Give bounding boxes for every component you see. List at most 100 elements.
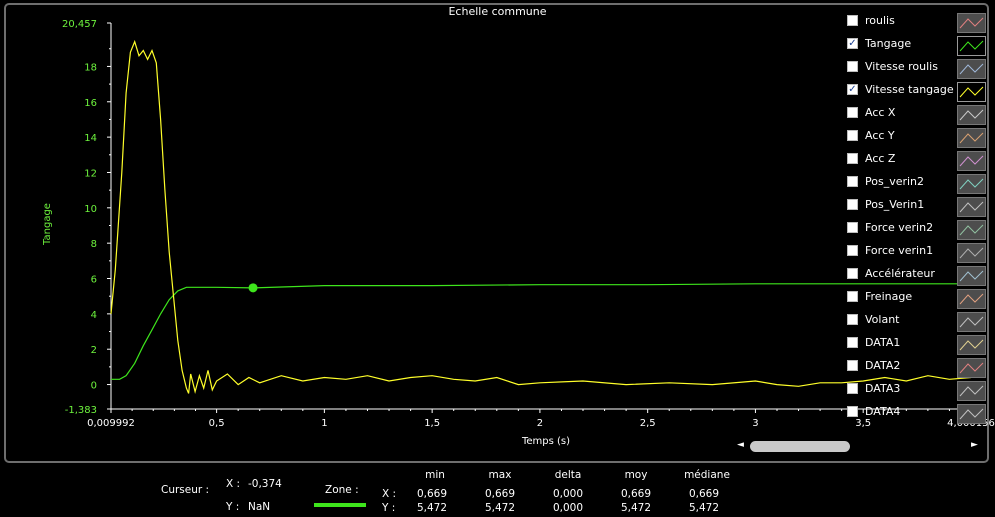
- line-style-icon: [959, 247, 984, 259]
- legend-checkbox[interactable]: [847, 337, 858, 348]
- x-tick-label: 2: [537, 418, 543, 429]
- legend-checkbox[interactable]: [847, 222, 858, 233]
- legend-color-swatch[interactable]: [957, 151, 986, 171]
- legend-label: Force verin1: [865, 244, 934, 257]
- legend-color-swatch[interactable]: [957, 220, 986, 240]
- line-style-icon: [959, 178, 984, 190]
- zone-x-min: 0,669: [416, 488, 448, 500]
- legend-item[interactable]: ✓ Tangage: [845, 36, 990, 56]
- legend-item[interactable]: Freinage: [845, 289, 990, 309]
- y-tick-label: 18: [84, 62, 97, 73]
- legend-item[interactable]: Force verin1: [845, 243, 990, 263]
- legend-label: Freinage: [865, 290, 913, 303]
- y-tick-label: 4: [91, 310, 97, 321]
- legend-color-swatch[interactable]: [957, 105, 986, 125]
- line-style-icon: [959, 270, 984, 282]
- legend-item[interactable]: roulis: [845, 13, 990, 33]
- legend-item[interactable]: DATA4: [845, 404, 990, 424]
- legend-checkbox[interactable]: [847, 130, 858, 141]
- legend-item[interactable]: Volant: [845, 312, 990, 332]
- legend-item[interactable]: Vitesse roulis: [845, 59, 990, 79]
- legend-label: Force verin2: [865, 221, 934, 234]
- x-axis-label: Temps (s): [521, 436, 570, 447]
- cursor-label: Curseur :: [161, 484, 210, 496]
- legend-checkbox[interactable]: [847, 291, 858, 302]
- legend-item[interactable]: DATA3: [845, 381, 990, 401]
- legend-checkbox[interactable]: [847, 406, 858, 417]
- horizontal-scrollbar[interactable]: ◄ ►: [735, 440, 980, 454]
- y-tick-label: -1,383: [65, 405, 97, 416]
- x-tick-label: 3: [752, 418, 758, 429]
- legend-checkbox[interactable]: [847, 176, 858, 187]
- legend-checkbox[interactable]: [847, 15, 858, 26]
- plot-area[interactable]: [111, 23, 971, 409]
- legend-color-swatch[interactable]: [957, 381, 986, 401]
- legend-item[interactable]: DATA2: [845, 358, 990, 378]
- scroll-left-icon[interactable]: ◄: [737, 440, 744, 450]
- y-tick-label: 2: [91, 345, 97, 356]
- y-tick-label: 14: [84, 133, 97, 144]
- line-style-icon: [959, 17, 984, 29]
- y-tick-label: 8: [91, 239, 97, 250]
- legend-color-swatch[interactable]: [957, 59, 986, 79]
- zone-color-line: [314, 503, 366, 507]
- legend-label: DATA2: [865, 359, 901, 372]
- line-style-icon: [959, 201, 984, 213]
- scroll-right-icon[interactable]: ►: [971, 440, 978, 450]
- zone-x-moy: 0,669: [620, 488, 652, 500]
- legend-color-swatch[interactable]: [957, 13, 986, 33]
- legend-color-swatch[interactable]: [957, 36, 986, 56]
- legend-label: DATA1: [865, 336, 901, 349]
- legend-checkbox[interactable]: ✓: [847, 84, 858, 95]
- scroll-thumb[interactable]: [750, 441, 850, 452]
- legend-checkbox[interactable]: [847, 107, 858, 118]
- legend-checkbox[interactable]: [847, 314, 858, 325]
- legend-label: DATA4: [865, 405, 901, 418]
- line-style-icon: [959, 155, 984, 167]
- legend-checkbox[interactable]: [847, 153, 858, 164]
- legend-item[interactable]: Force verin2: [845, 220, 990, 240]
- legend-checkbox[interactable]: [847, 360, 858, 371]
- legend-item[interactable]: Acc X: [845, 105, 990, 125]
- line-style-icon: [959, 224, 984, 236]
- zone-y-mediane: 5,472: [688, 502, 720, 514]
- cursor-point[interactable]: [248, 283, 258, 293]
- legend-color-swatch[interactable]: [957, 243, 986, 263]
- zone-y-min: 5,472: [416, 502, 448, 514]
- cursor-x-label: X :: [226, 478, 241, 490]
- legend-label: Accélérateur: [865, 267, 935, 280]
- legend-color-swatch[interactable]: [957, 312, 986, 332]
- legend-color-swatch[interactable]: [957, 404, 986, 424]
- col-moy-header: moy: [624, 469, 648, 481]
- y-tick-label: 12: [84, 168, 97, 179]
- y-axis-label: Tangage: [42, 203, 53, 246]
- cursor-y-label: Y :: [226, 501, 240, 513]
- line-style-icon: [959, 339, 984, 351]
- legend-item[interactable]: Pos_verin2: [845, 174, 990, 194]
- legend-item[interactable]: Accélérateur: [845, 266, 990, 286]
- legend-item[interactable]: DATA1: [845, 335, 990, 355]
- legend-checkbox[interactable]: [847, 383, 858, 394]
- legend-checkbox[interactable]: [847, 199, 858, 210]
- y-tick-label: 20,457: [62, 19, 97, 30]
- legend-item[interactable]: Pos_Verin1: [845, 197, 990, 217]
- legend-item[interactable]: Acc Z: [845, 151, 990, 171]
- legend-checkbox[interactable]: [847, 61, 858, 72]
- x-tick-label: 1,5: [424, 418, 440, 429]
- legend-item[interactable]: ✓ Vitesse tangage: [845, 82, 990, 102]
- legend-color-swatch[interactable]: [957, 174, 986, 194]
- legend-color-swatch[interactable]: [957, 128, 986, 148]
- legend-color-swatch[interactable]: [957, 335, 986, 355]
- legend-color-swatch[interactable]: [957, 289, 986, 309]
- legend-item[interactable]: Acc Y: [845, 128, 990, 148]
- legend-color-swatch[interactable]: [957, 266, 986, 286]
- cursor-x-value: -0,374: [248, 478, 282, 490]
- legend-color-swatch[interactable]: [957, 358, 986, 378]
- legend-color-swatch[interactable]: [957, 82, 986, 102]
- legend-checkbox[interactable]: [847, 268, 858, 279]
- zone-y-moy: 5,472: [620, 502, 652, 514]
- legend-color-swatch[interactable]: [957, 197, 986, 217]
- legend-checkbox[interactable]: [847, 245, 858, 256]
- legend-checkbox[interactable]: ✓: [847, 38, 858, 49]
- zone-x-label: X :: [382, 488, 397, 500]
